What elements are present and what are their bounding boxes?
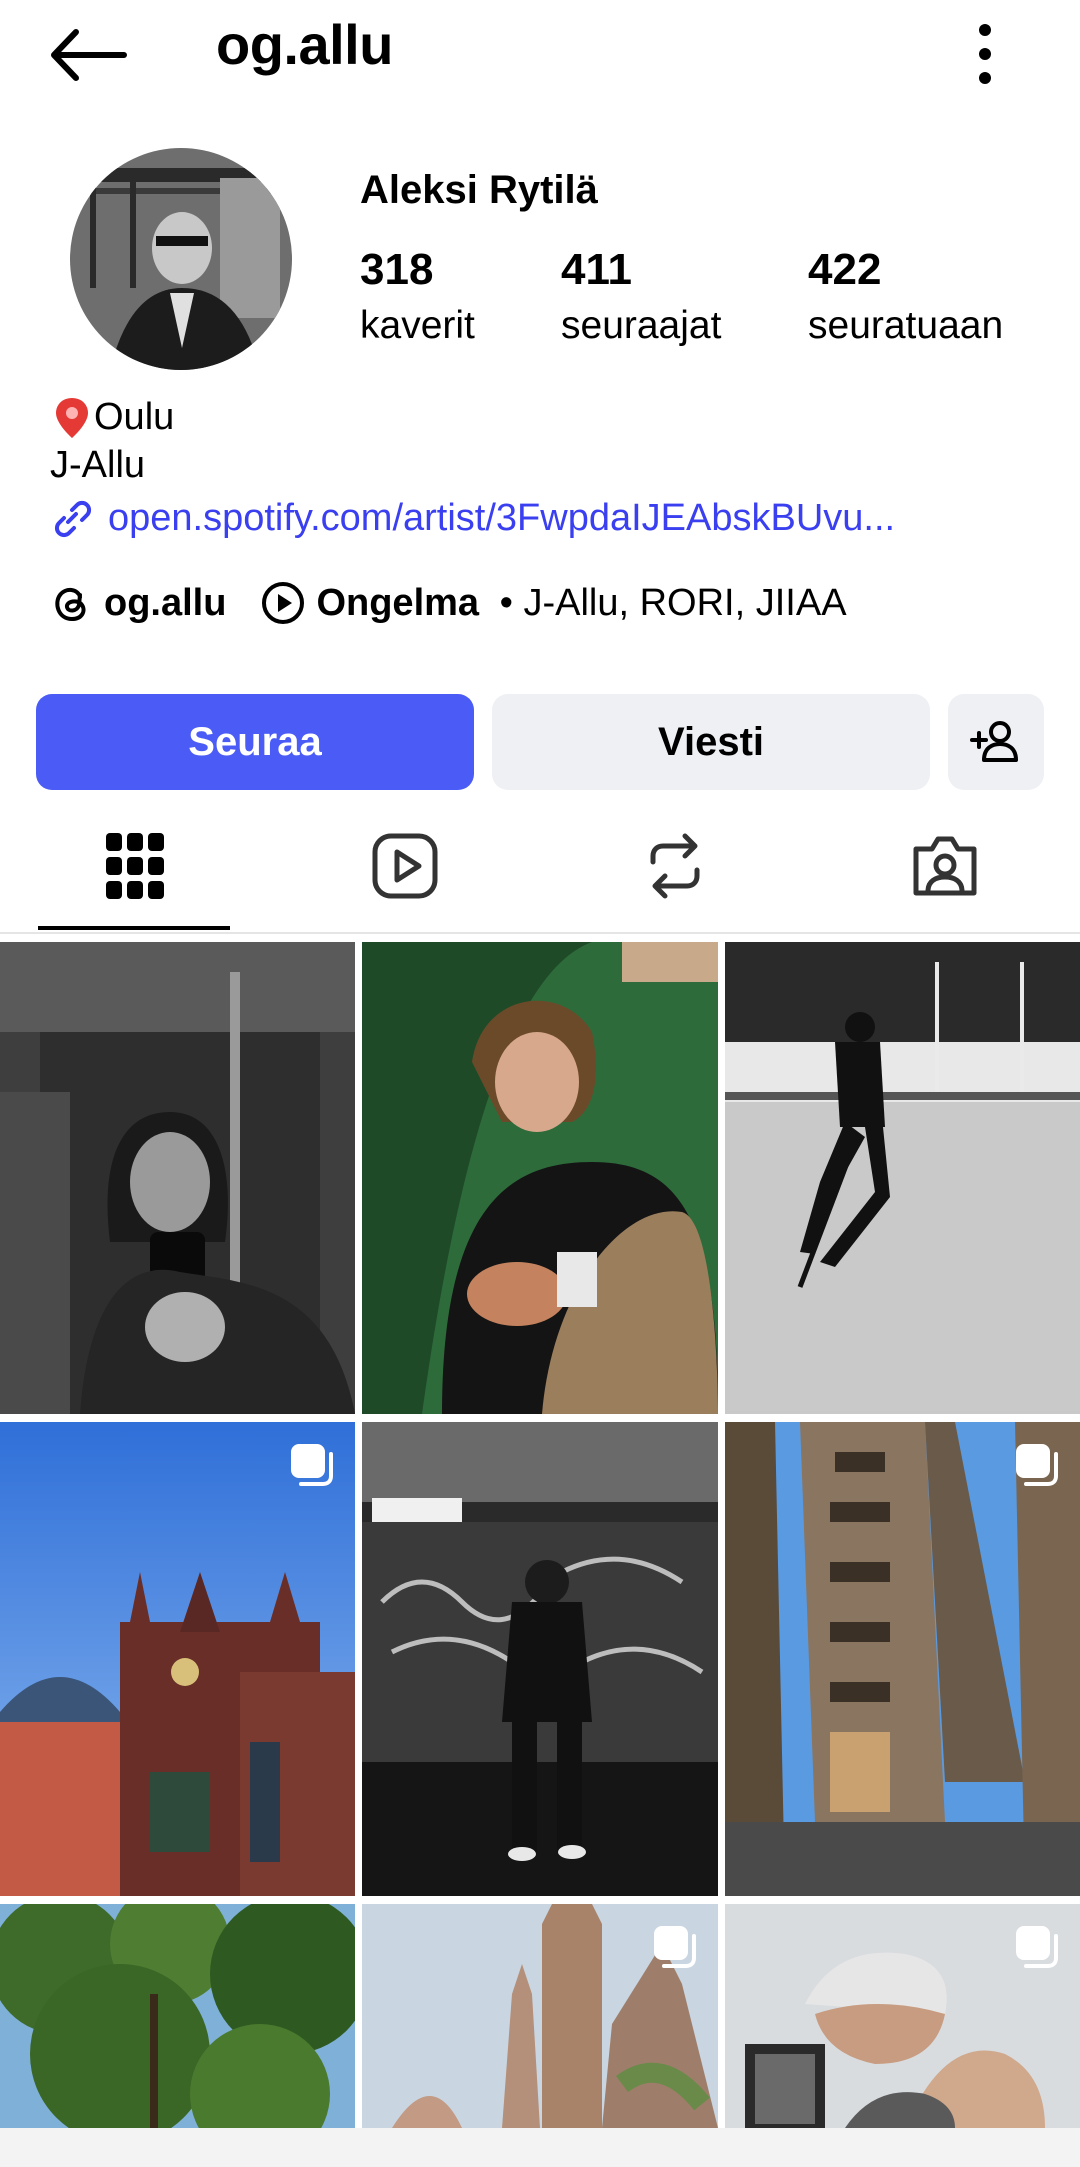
post-image-graffiti-underpass [362, 1422, 718, 1896]
post-image-ice-skating [725, 942, 1080, 1414]
stat-label: seuraajat [561, 304, 722, 347]
grid-icon [106, 833, 164, 899]
play-circle-icon [262, 582, 305, 624]
tab-reposts[interactable] [540, 816, 810, 916]
post-tile[interactable] [725, 1904, 1080, 2128]
stat-value: 411 [561, 245, 632, 294]
stat-label: seuratuaan [808, 304, 1004, 347]
link-text: open.spotify.com/artist/3FwpdaIJEAbskBUv… [108, 496, 896, 539]
post-tile[interactable] [362, 1422, 718, 1896]
stat-followers[interactable]: 411 seuraajat [561, 244, 721, 352]
stat-label: kaverit [360, 304, 475, 347]
stat-friends[interactable]: 318 kaverit [360, 244, 475, 352]
message-button[interactable]: Viesti [492, 694, 930, 790]
music-badge[interactable]: Ongelma • J-Allu, RORI, JIIAA [260, 580, 847, 626]
avatar-photo [70, 148, 292, 370]
post-image-sleeping-with-baby [362, 942, 718, 1414]
post-image-gothic-church [0, 1422, 355, 1896]
post-tile[interactable] [0, 1422, 355, 1896]
bio-location: Oulu [50, 394, 174, 440]
tagged-photo-icon [913, 836, 977, 896]
post-tile[interactable] [725, 942, 1080, 1414]
music-artists: • J-Allu, RORI, JIIAA [489, 581, 847, 624]
post-tile[interactable] [725, 1422, 1080, 1896]
multiple-posts-icon [1016, 1444, 1058, 1486]
bio-line: J-Allu [50, 444, 146, 486]
threads-icon [55, 588, 86, 622]
multiple-posts-icon [291, 1444, 333, 1486]
location-pin-icon [56, 398, 88, 438]
back-button[interactable] [44, 20, 130, 90]
post-image-trees [0, 1904, 355, 2128]
divider [0, 932, 1080, 934]
multiple-posts-icon [654, 1926, 696, 1968]
play-icon [372, 833, 438, 899]
stat-value: 318 [360, 245, 434, 294]
tab-tagged[interactable] [810, 816, 1080, 916]
post-tile[interactable] [0, 942, 355, 1414]
page-title: og.allu [216, 13, 393, 76]
person-add-icon [970, 721, 1018, 762]
post-tile[interactable] [362, 1904, 718, 2128]
post-image-city-street [725, 1422, 1080, 1896]
profile-meta-row: og.allu Ongelma • J-Allu, RORI, JIIAA [50, 580, 847, 626]
bottom-bar [0, 2128, 1080, 2167]
profile-link[interactable]: open.spotify.com/artist/3FwpdaIJEAbskBUv… [50, 496, 895, 540]
more-vertical-icon [979, 24, 991, 84]
post-tile[interactable] [362, 942, 718, 1414]
tab-posts[interactable] [0, 816, 270, 916]
avatar[interactable] [70, 148, 292, 370]
arrow-left-icon [51, 29, 127, 81]
follow-button[interactable]: Seuraa [36, 694, 474, 790]
threads-badge[interactable]: og.allu [50, 581, 226, 625]
post-tile[interactable] [0, 1904, 355, 2128]
post-image-mirror-selfie [0, 942, 355, 1414]
repost-icon [650, 833, 700, 899]
location-text: Oulu [94, 395, 175, 438]
profile-name: Aleksi Rytilä [360, 168, 598, 212]
add-friend-button[interactable] [948, 694, 1044, 790]
tab-reels[interactable] [270, 816, 540, 916]
stat-following[interactable]: 422 seuratuaan [808, 244, 1003, 352]
link-icon [54, 500, 92, 538]
music-title: Ongelma [316, 581, 480, 624]
stat-value: 422 [808, 245, 882, 294]
active-tab-indicator [38, 926, 230, 930]
more-button[interactable] [950, 18, 1020, 90]
multiple-posts-icon [1016, 1926, 1058, 1968]
threads-handle: og.allu [104, 581, 227, 624]
